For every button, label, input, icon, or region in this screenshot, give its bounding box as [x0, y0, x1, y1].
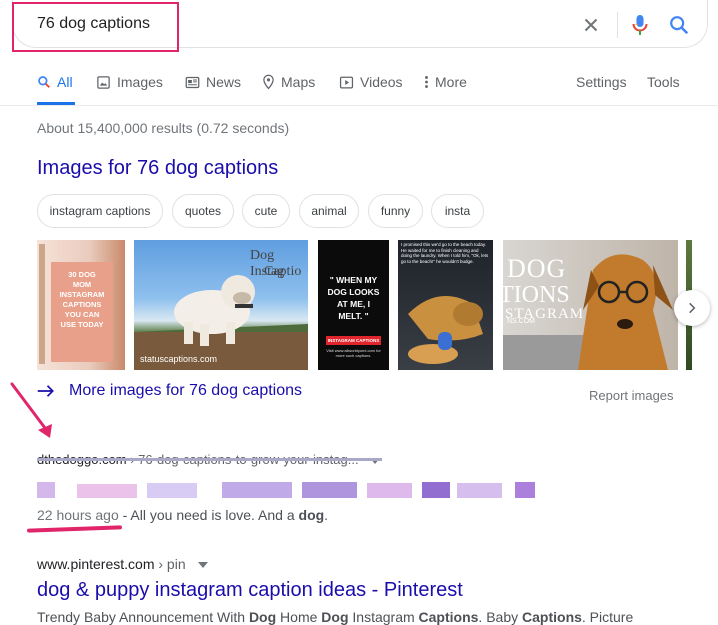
chip-funny[interactable]: funny [368, 194, 423, 228]
more-vert-icon [425, 76, 428, 88]
annotation-underline [26, 525, 123, 533]
thumb-text: CAPTIONS [62, 300, 102, 309]
chip-animal[interactable]: animal [299, 194, 359, 228]
tab-label: Videos [360, 74, 403, 90]
thumb-text: YOU CAN [64, 310, 100, 319]
next-images-button[interactable] [674, 290, 710, 326]
snippet-bold: Captions [418, 609, 479, 625]
report-images-link[interactable]: Report images [589, 388, 674, 403]
image-thumbnail[interactable]: Dog Instag Captio statuscaptions.com [134, 240, 308, 370]
news-icon [185, 76, 200, 88]
tab-news[interactable]: News [185, 74, 241, 90]
result-breadcrumb: › pin [154, 556, 186, 572]
result-title-link[interactable]: dog & puppy instagram caption ideas - Pi… [37, 579, 463, 602]
tab-label: News [206, 74, 242, 90]
query-highlight-box [12, 2, 179, 52]
snippet-text: . Picture [581, 609, 634, 625]
thumb-watermark: statuscaptions.com [140, 354, 218, 364]
chip-insta[interactable]: insta [431, 194, 484, 228]
settings-link[interactable]: Settings [576, 74, 627, 90]
thumb-text: USE TODAY [60, 320, 104, 329]
snippet-bold: Captions [522, 609, 582, 625]
tab-all[interactable]: All [37, 74, 73, 90]
result-site: www.pinterest.com [37, 556, 155, 572]
more-images-label: More images for 76 dog captions [69, 382, 303, 399]
thumb-badge: INSTAGRAM CAPTIONS [326, 336, 381, 345]
image-thumbnail[interactable]: DOG TIONS STAGRAM NS.COM [503, 240, 678, 370]
result-url[interactable]: www.pinterest.com › pin [37, 556, 208, 572]
snippet-text: . Baby [478, 609, 523, 625]
result-snippet: 22 hours ago - All you need is love. And… [37, 507, 328, 523]
result-date: 22 hours ago [37, 507, 119, 523]
thumb-text: I promised this we'd go to the beach tod… [401, 242, 489, 264]
tab-label: More [435, 74, 467, 90]
image-thumbnail[interactable]: 30 DOG MOM INSTAGRAM CAPTIONS YOU CAN US… [37, 240, 125, 370]
images-heading-link[interactable]: Images for 76 dog captions [37, 157, 278, 180]
chip-instagram-captions[interactable]: instagram captions [37, 194, 163, 228]
thumb-text-card: 30 DOG MOM INSTAGRAM CAPTIONS YOU CAN US… [51, 262, 113, 362]
search-icon[interactable] [668, 14, 690, 36]
image-icon [97, 75, 110, 89]
snippet-text: - All you need is love. And a [118, 507, 299, 523]
thumb-overlay-text: NS.COM [507, 318, 535, 325]
tab-maps[interactable]: Maps [262, 74, 315, 90]
snippet-text: Instagram [348, 609, 419, 625]
thumb-text: MOM [72, 280, 92, 289]
thumb-overlay-text: TIONS [503, 282, 570, 308]
divider [0, 105, 718, 106]
more-images-link[interactable]: More images for 76 dog captions [37, 382, 302, 400]
chevron-right-icon [689, 302, 696, 314]
snippet-text: Trendy Baby Announcement With [37, 609, 249, 625]
snippet-text: . [324, 507, 329, 523]
thumb-edge [39, 244, 45, 364]
thumb-overlay-text: Captio [264, 264, 302, 279]
thumb-quote: " WHEN MY DOG LOOKS AT ME, I MELT. " [327, 275, 380, 321]
thumb-footer: Visit www.allworldyomi.com for more such… [326, 348, 381, 358]
strikethrough-scribble [37, 458, 382, 461]
result-snippet: Trendy Baby Announcement With Dog Home D… [37, 609, 633, 625]
tools-link[interactable]: Tools [647, 74, 680, 90]
chip-cute[interactable]: cute [242, 194, 290, 228]
annotation-arrow [10, 382, 52, 438]
microphone-icon[interactable] [630, 13, 650, 37]
tab-label: Images [117, 74, 163, 90]
image-thumbnail[interactable]: I promised this we'd go to the beach tod… [398, 240, 493, 370]
thumb-text: 30 DOG [68, 270, 96, 279]
close-icon[interactable] [580, 14, 602, 36]
tab-label: All [57, 74, 73, 90]
blurred-result-title[interactable] [37, 480, 537, 502]
divider [617, 12, 618, 38]
caret-down-icon[interactable] [197, 562, 208, 569]
image-thumbnail[interactable]: " WHEN MY DOG LOOKS AT ME, I MELT. " INS… [318, 240, 389, 370]
chip-quotes[interactable]: quotes [172, 194, 234, 228]
tab-label: Maps [281, 74, 316, 90]
map-pin-icon [263, 74, 274, 90]
result-stats: About 15,400,000 results (0.72 seconds) [37, 120, 290, 136]
sleeping-dog-photo [408, 296, 483, 364]
video-icon [339, 76, 354, 88]
snippet-bold: Dog [248, 609, 277, 625]
tab-more[interactable]: More [424, 74, 467, 90]
snippet-bold: Dog [321, 609, 349, 625]
snippet-text: Home [276, 609, 322, 625]
thumb-overlay-text: DOG [507, 254, 567, 283]
search-icon [38, 76, 50, 88]
tab-images[interactable]: Images [96, 74, 163, 90]
tab-videos[interactable]: Videos [339, 74, 403, 90]
thumb-text: INSTAGRAM [59, 290, 105, 299]
snippet-bold: dog [298, 507, 325, 523]
